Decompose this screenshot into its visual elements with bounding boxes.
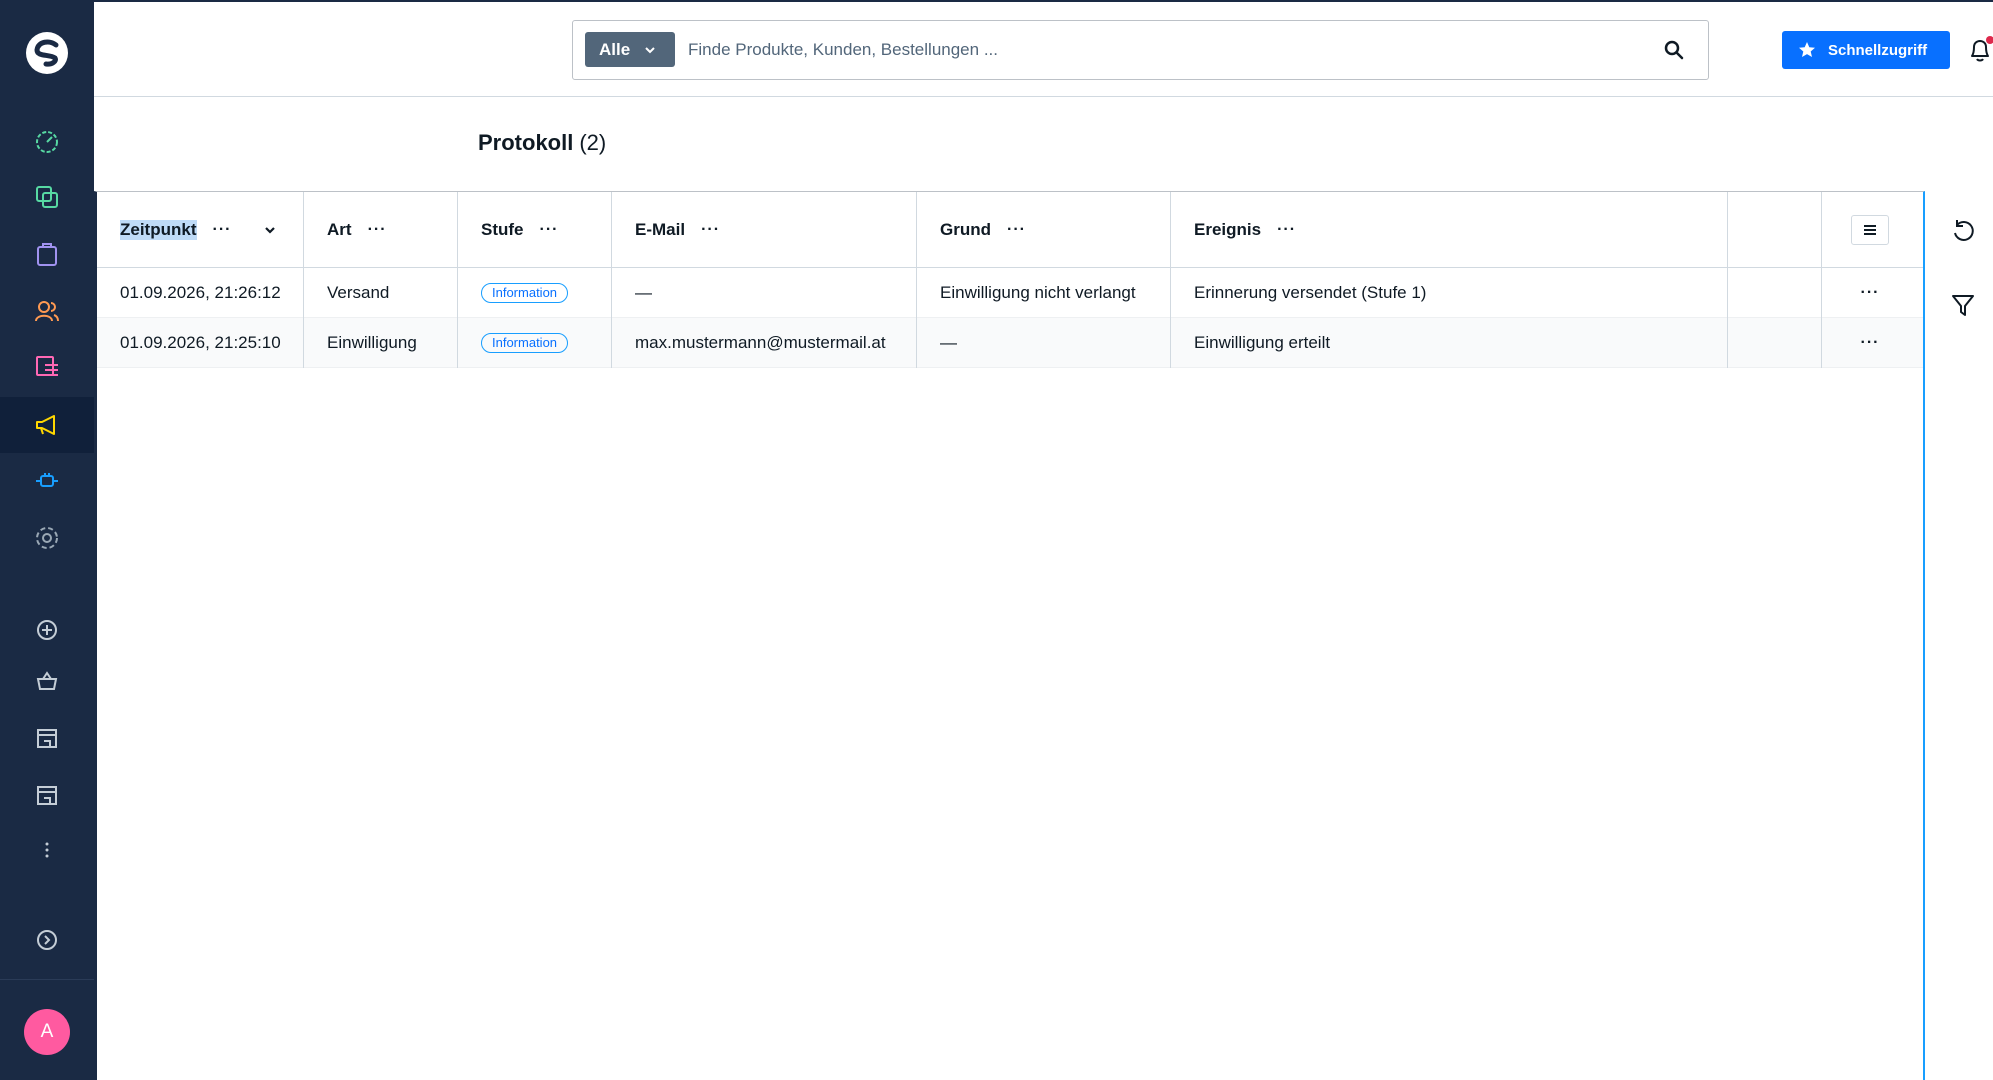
settings-icon	[36, 527, 58, 549]
column-menu-icon[interactable]: ···	[701, 221, 720, 239]
nav-orders[interactable]	[0, 226, 94, 282]
cell-stufe: Information	[458, 318, 612, 368]
storefront-icon	[37, 786, 57, 805]
cell-email: —	[612, 268, 917, 318]
column-label: Art	[327, 220, 352, 239]
cell-ereignis: Einwilligung erteilt	[1171, 318, 1728, 368]
column-label: Grund	[940, 220, 991, 239]
cell-grund: —	[917, 318, 1171, 368]
column-header-stufe[interactable]: Stufe ···	[458, 192, 612, 268]
cell-stufe: Information	[458, 268, 612, 318]
column-menu-icon[interactable]: ···	[213, 221, 232, 239]
top-bar: Alle Schnellzugriff	[94, 0, 1993, 97]
column-menu-icon[interactable]: ···	[540, 221, 559, 239]
catalog-icon	[36, 186, 58, 208]
shopware-logo-icon[interactable]	[22, 28, 72, 78]
table-row[interactable]: 01.09.2026, 21:26:12 Versand Information…	[97, 268, 1923, 318]
column-label: Ereignis	[1194, 220, 1262, 239]
log-grid: Zeitpunkt ··· Art ··· Stufe ··· E-Mail ·…	[94, 191, 1925, 1080]
column-label: Stufe	[481, 220, 524, 239]
refresh-icon[interactable]	[1948, 216, 1978, 246]
status-badge: Information	[481, 283, 569, 303]
avatar[interactable]: A	[24, 1009, 70, 1055]
list-icon	[1864, 225, 1876, 235]
marketing-icon	[36, 415, 55, 435]
extensions-icon	[36, 473, 58, 487]
more-vertical-icon	[45, 842, 49, 858]
cell-zeitpunkt: 01.09.2026, 21:25:10	[97, 318, 304, 368]
nav-extensions[interactable]	[0, 453, 94, 509]
nav-more[interactable]	[0, 822, 94, 878]
notification-dot	[1986, 36, 1993, 44]
nav-settings[interactable]	[0, 510, 94, 566]
sidebar-divider	[0, 979, 94, 980]
grid-header: Zeitpunkt ··· Art ··· Stufe ··· E-Mail ·…	[97, 192, 1923, 268]
chevron-down-icon	[645, 46, 655, 53]
dashboard-icon	[36, 131, 58, 153]
filter-icon[interactable]	[1948, 290, 1978, 320]
row-actions-icon[interactable]: ···	[1822, 268, 1918, 318]
cell-art: Versand	[304, 268, 458, 318]
column-header-grund[interactable]: Grund ···	[917, 192, 1171, 268]
table-row[interactable]: 01.09.2026, 21:25:10 Einwilligung Inform…	[97, 318, 1923, 368]
content-icon	[36, 356, 58, 376]
quick-access-button[interactable]: Schnellzugriff	[1782, 31, 1950, 69]
column-menu-icon[interactable]: ···	[1277, 221, 1296, 239]
row-actions-icon[interactable]: ···	[1822, 318, 1918, 368]
main-sidebar: A	[0, 0, 94, 1080]
nav-marketing[interactable]	[0, 397, 94, 453]
customers-icon	[35, 301, 59, 322]
cell-zeitpunkt: 01.09.2026, 21:26:12	[97, 268, 304, 318]
cell-ereignis: Erinnerung versendet (Stufe 1)	[1171, 268, 1728, 318]
column-label: Zeitpunkt	[120, 220, 197, 240]
column-label: E-Mail	[635, 220, 686, 239]
search-icon[interactable]	[1662, 38, 1686, 62]
column-header-email[interactable]: E-Mail ···	[612, 192, 917, 268]
column-header-zeitpunkt[interactable]: Zeitpunkt ···	[97, 192, 304, 268]
cell-email: max.mustermann@mustermail.at	[612, 318, 917, 368]
nav-catalog[interactable]	[0, 169, 94, 225]
cell-art: Einwilligung	[304, 318, 458, 368]
nav-sales-channel-second[interactable]	[0, 767, 94, 823]
page-title-count: (2)	[579, 130, 607, 155]
column-header-art[interactable]: Art ···	[304, 192, 458, 268]
page-title-text: Protokoll	[478, 130, 574, 155]
column-menu-icon[interactable]: ···	[368, 221, 387, 239]
orders-icon	[37, 243, 57, 266]
nav-content[interactable]	[0, 339, 94, 395]
nav-sales-channel-storefront[interactable]	[0, 653, 94, 709]
search-type-label: Alle	[599, 39, 631, 59]
column-header-ereignis[interactable]: Ereignis ···	[1171, 192, 1728, 268]
column-header-empty	[1728, 192, 1822, 268]
chevron-down-icon[interactable]	[263, 223, 277, 237]
global-search: Alle	[572, 20, 1709, 80]
nav-customers[interactable]	[0, 283, 94, 339]
page-title: Protokoll (2)	[478, 130, 606, 156]
basket-icon	[36, 671, 58, 690]
nav-add-sales-channel[interactable]	[0, 602, 94, 658]
nav-sales-channel-headless[interactable]	[0, 710, 94, 766]
chevron-right-circle-icon	[37, 930, 57, 950]
nav-expand[interactable]	[0, 912, 94, 968]
quick-access-label: Schnellzugriff	[1828, 41, 1928, 59]
cell-empty	[1728, 268, 1822, 318]
star-icon	[1799, 42, 1815, 57]
search-type-select[interactable]: Alle	[585, 32, 675, 67]
storefront-icon	[37, 729, 57, 748]
status-badge: Information	[481, 333, 569, 353]
plus-circle-icon	[37, 620, 57, 640]
search-input[interactable]	[688, 33, 1638, 67]
column-menu-icon[interactable]: ···	[1007, 221, 1026, 239]
cell-grund: Einwilligung nicht verlangt	[917, 268, 1171, 318]
grid-settings-button[interactable]	[1851, 215, 1889, 245]
nav-dashboard[interactable]	[0, 113, 94, 169]
cell-empty	[1728, 318, 1822, 368]
notifications-button[interactable]	[1966, 36, 1993, 64]
